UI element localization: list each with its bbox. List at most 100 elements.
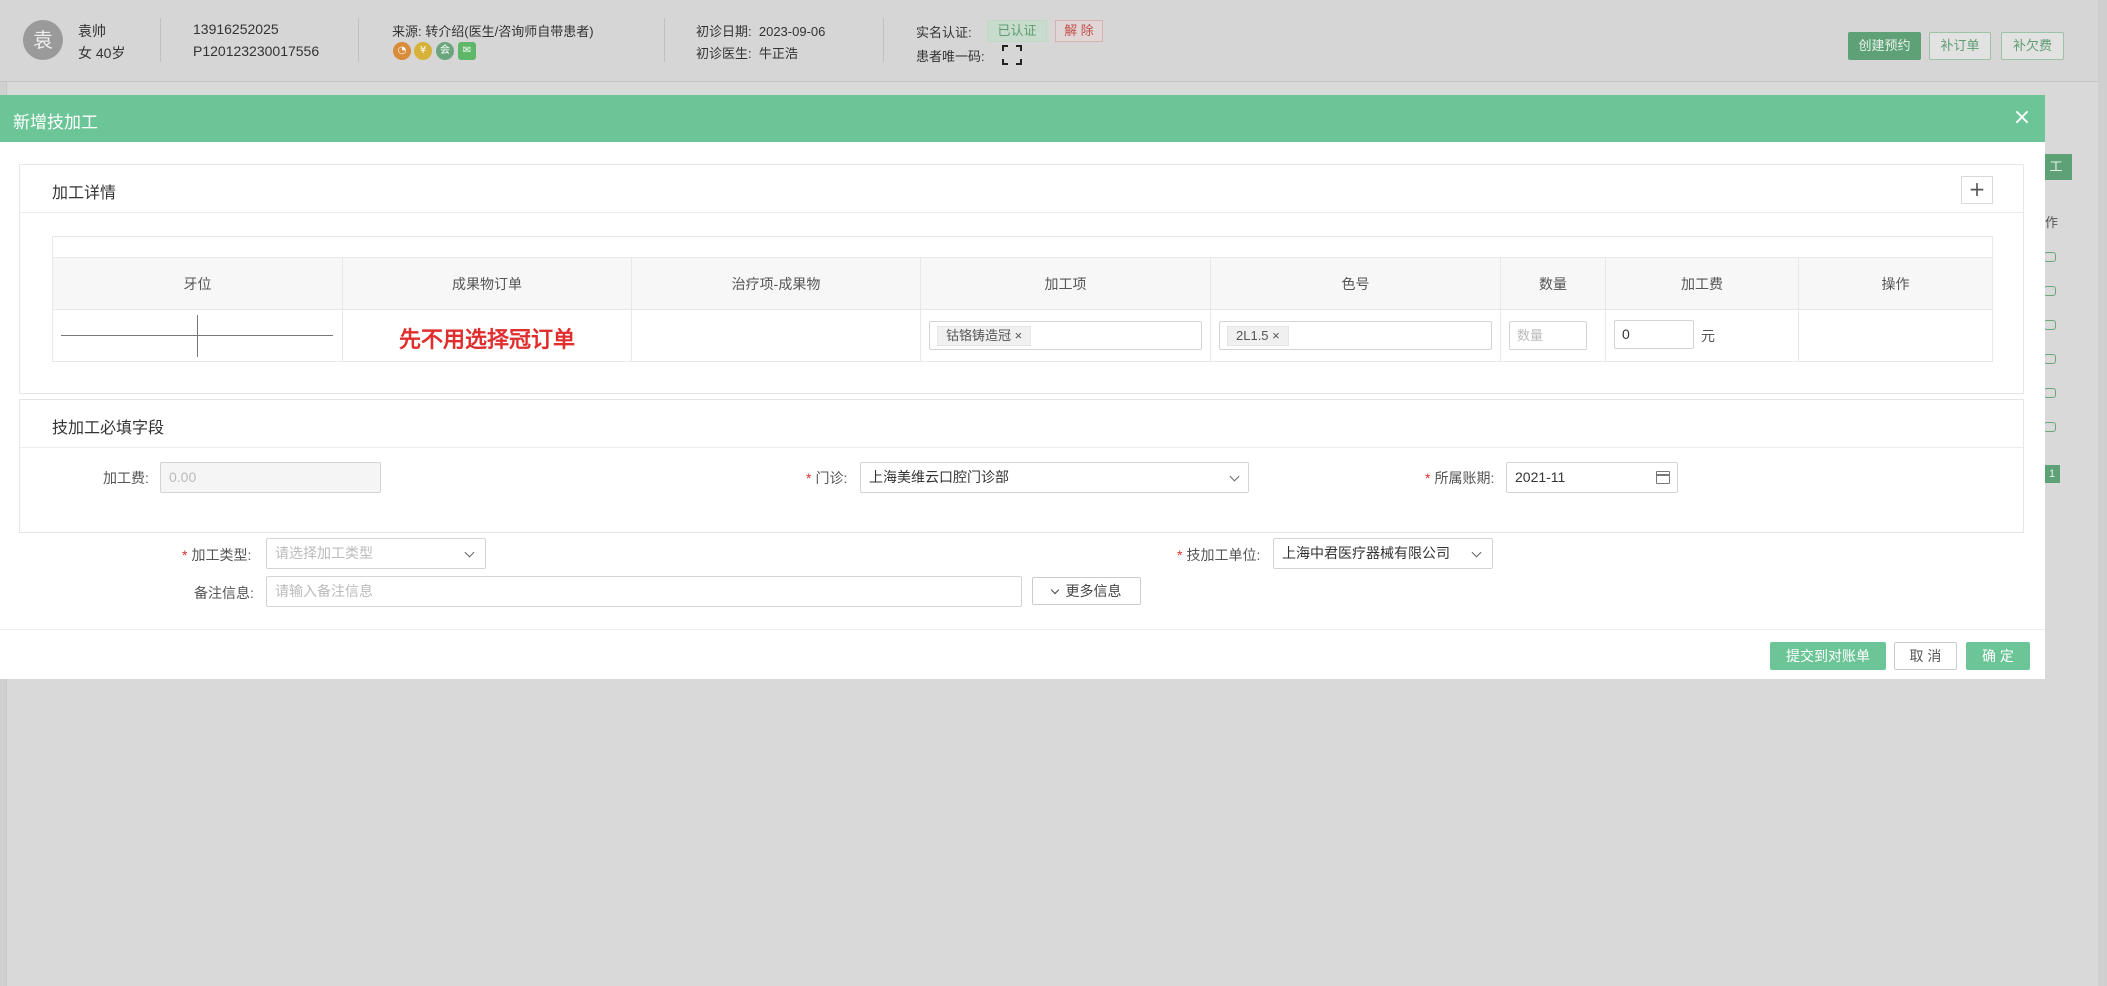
treatment-cell [632,310,921,362]
unit-select[interactable]: 上海中君医疗器械有限公司 [1273,538,1493,569]
divider [358,18,359,62]
column-header: 加工费 [1606,258,1799,310]
fee-cell: 0 元 [1606,310,1799,362]
processing-table: 牙位 成果物订单 治疗项-成果物 加工项 色号 数量 加工费 操作 先不用选择冠… [52,236,1993,362]
member-icon[interactable]: 会 [436,42,454,60]
column-header: 治疗项-成果物 [632,258,921,310]
remark-input[interactable]: 请输入备注信息 [266,576,1022,607]
add-row-button[interactable]: + [1961,176,1993,204]
period-label-text: 所属账期: [1434,470,1495,486]
tooth-chart-vertical [197,315,198,357]
cancel-button[interactable]: 取 消 [1894,642,1957,670]
add-order-button[interactable]: 补订单 [1929,32,1991,60]
source-info: 来源: 转介绍(医生/咨询师自带患者) [392,21,594,40]
confirm-button[interactable]: 确 定 [1966,642,2030,670]
fee-label: 加工费: [103,470,149,486]
period-date-picker[interactable]: 2021-11 [1506,462,1678,493]
clinic-select[interactable]: 上海美维云口腔门诊部 [860,462,1249,493]
divider [160,18,161,62]
edit-icon[interactable] [2044,286,2056,296]
processing-item-select[interactable]: 钴铬铸造冠 × [929,321,1202,350]
table-row: 先不用选择冠订单 钴铬铸造冠 × 2L1.5 × 数量 0 元 [53,310,1992,362]
period-value: 2021-11 [1515,469,1566,485]
source-label: 来源: [392,24,422,39]
type-placeholder: 请选择加工类型 [275,545,373,561]
modal-title: 新增技加工 [13,113,98,132]
column-header: 牙位 [53,258,343,310]
panel-title: 技加工必填字段 [52,420,165,437]
patient-name: 袁帅 [78,23,106,39]
chevron-down-icon [1229,471,1240,482]
first-visit-doctor-label: 初诊医生: [696,46,752,61]
patient-phone: 13916252025 [193,21,279,37]
chevron-down-icon [1050,585,1059,595]
chevron-down-icon [1471,547,1482,558]
edit-icon[interactable] [2044,388,2056,398]
realname-label: 实名认证: [916,25,972,40]
edit-icon[interactable] [2044,422,2056,432]
type-label: * 加工类型: [182,547,252,563]
wechat-icon[interactable]: ✉ [458,42,476,60]
shade-tag[interactable]: 2L1.5 × [1227,326,1289,346]
unbind-button[interactable]: 解 除 [1055,20,1103,42]
calendar-icon [1656,471,1670,484]
quantity-input[interactable]: 数量 [1509,321,1587,350]
create-appointment-button[interactable]: 创建预约 [1848,32,1921,60]
scan-icon[interactable] [1002,45,1022,65]
first-visit-date-value: 2023-09-06 [758,24,826,39]
column-header: 操作 [1881,276,1910,292]
patient-header: 袁 袁帅 女 40岁 13916252025 P120123230017556 … [0,0,2107,82]
required-fields-panel: 技加工必填字段 加工费: 0.00 * 门诊: 上海美维云口腔门诊部 * 所属账期:… [19,399,2024,533]
quantity-cell: 数量 [1501,310,1606,362]
footer-divider [0,629,2045,630]
fee-input[interactable]: 0 [1614,320,1694,349]
fee-unit: 元 [1701,328,1715,344]
patient-id: P120123230017556 [193,43,320,59]
add-payment-button[interactable]: 补欠费 [2001,32,2064,60]
column-header: 数量 [1501,258,1606,310]
column-header: 色号 [1211,258,1501,310]
column-header: 加工项 [921,258,1211,310]
panel-header: 加工详情 + [20,165,2023,213]
edit-icon[interactable] [2044,354,2056,364]
table-toolbar [53,237,1992,258]
unit-label-text: 技加工单位: [1186,547,1261,563]
background-column-header: 作 [2045,215,2059,230]
clinic-label: * 门诊: [806,470,848,486]
coin-icon[interactable]: ¥ [414,42,432,60]
avatar: 袁 [23,20,63,60]
processing-details-panel: 加工详情 + 牙位 成果物订单 治疗项-成果物 加工项 色号 数量 加工费 操作 [19,164,2024,394]
realname-status-badge: 已认证 [987,20,1047,42]
more-info-button[interactable]: 更多信息 [1032,577,1141,605]
clinic-value: 上海美维云口腔门诊部 [869,469,1009,485]
type-select[interactable]: 请选择加工类型 [266,538,486,569]
panel-title: 加工详情 [52,185,117,202]
first-visit-doctor-value: 牛正浩 [758,46,798,61]
patient-gender-age: 女 40岁 [78,45,126,61]
unit-value: 上海中君医疗器械有限公司 [1282,545,1450,561]
close-icon[interactable]: × [2010,104,2034,132]
order-note: 先不用选择冠订单 [398,327,575,352]
clinic-label-text: 门诊: [815,470,848,486]
type-label-text: 加工类型: [191,547,252,563]
unique-code-label: 患者唯一码: [916,49,985,64]
fee-field: 0.00 [160,462,381,493]
processing-item-tag[interactable]: 钴铬铸造冠 × [937,326,1032,346]
period-label: * 所属账期: [1425,470,1495,486]
pagination-page[interactable]: 1 [2044,465,2060,483]
submit-statement-button[interactable]: 提交到对账单 [1770,642,1886,670]
page-scrollbar[interactable] [2098,0,2107,986]
clock-icon[interactable]: ◔ [393,42,411,60]
edit-icon[interactable] [2044,320,2056,330]
shade-select[interactable]: 2L1.5 × [1219,321,1492,350]
unit-label: * 技加工单位: [1177,547,1261,563]
add-processing-modal: 新增技加工 × 加工详情 + 牙位 成果物订单 治疗项-成果物 加工项 色号 数… [0,95,2045,679]
edit-icon[interactable] [2044,252,2056,262]
tooth-position-cell[interactable] [53,310,343,362]
divider [883,18,884,62]
divider [664,18,665,62]
action-cell [1799,310,1992,362]
first-visit-date: 初诊日期: 2023-09-06 [696,21,825,40]
order-cell: 先不用选择冠订单 [343,310,632,362]
shade-cell: 2L1.5 × [1211,310,1501,362]
